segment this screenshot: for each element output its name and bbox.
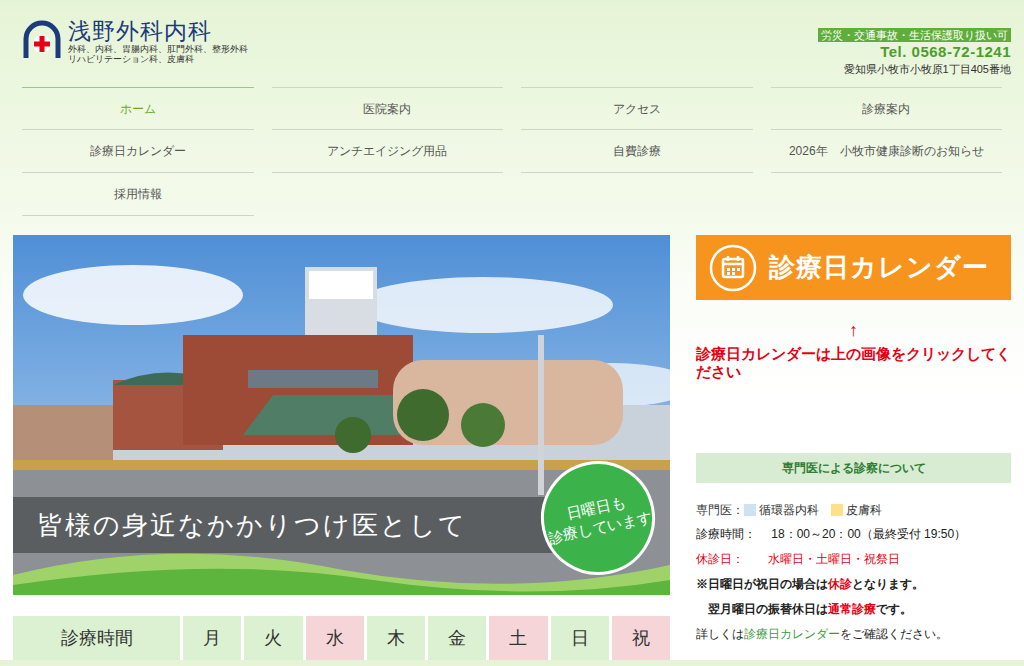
- day-header-cell: 土: [489, 616, 547, 660]
- calendar-banner[interactable]: 診療日カレンダー: [696, 235, 1011, 300]
- info-text: 休診: [828, 577, 852, 591]
- clinic-name: 浅野外科内科: [68, 18, 248, 44]
- nav-item[interactable]: ホーム: [22, 87, 254, 130]
- day-header-cell: 金: [428, 616, 486, 660]
- clinic-logo[interactable]: 浅野外科内科外科、内科、胃腸内科、肛門外科、整形外科リハビリテーション科、皮膚科: [22, 18, 248, 64]
- logo-text: 浅野外科内科外科、内科、胃腸内科、肛門外科、整形外科リハビリテーション科、皮膚科: [68, 18, 248, 64]
- department-line: リハビリテーション科、皮膚科: [68, 54, 248, 64]
- main-nav: ホーム 医院案内 アクセス 診療案内診療日カレンダー アンチエイジング用品 自費診療 202…: [22, 87, 1002, 216]
- info-text: となります。: [852, 577, 924, 591]
- specialist-header: 専門医による診察について: [696, 453, 1011, 483]
- info-line: 診療時間： 18：00～20：00（最終受付 19:50）: [696, 522, 1011, 547]
- nav-label: 診療案内: [862, 100, 910, 118]
- nav-item[interactable]: 診療案内: [771, 87, 1003, 130]
- left-column: 皆様の身近なかかりつけ医として日曜日も診療しています診療時間月 火 水 木 金 土 日 祝: [13, 235, 670, 660]
- specialty-item: 皮膚科: [831, 500, 882, 520]
- day-header-cell: 木: [367, 616, 425, 660]
- day-label: 祝: [632, 625, 650, 652]
- info-text: 休診日： 水曜日・土曜日・祝祭日: [696, 552, 900, 566]
- day-header-cell: 日: [551, 616, 609, 660]
- address: 愛知県小牧市小牧原1丁目405番地: [844, 62, 1011, 77]
- specialty-item: 循環器内科: [744, 500, 819, 520]
- info-text: です。: [876, 602, 912, 616]
- hours-header-cell: 診療時間: [13, 616, 180, 660]
- main-content: 皆様の身近なかかりつけ医として日曜日も診療しています診療時間月火水木金土日祝診療…: [0, 235, 1024, 660]
- nav-item[interactable]: 採用情報: [22, 173, 254, 216]
- service-badge: 労災・交通事故・生活保護取り扱い可: [818, 28, 1011, 42]
- day-label: 土: [509, 625, 527, 652]
- calendar-link[interactable]: 診療日カレンダー: [744, 627, 840, 641]
- day-header-cell: 祝: [612, 616, 670, 660]
- nav-item[interactable]: アクセス: [521, 87, 753, 130]
- hero-image: 皆様の身近なかかりつけ医として日曜日も診療しています: [13, 235, 670, 595]
- calendar-banner-label: 診療日カレンダー: [769, 248, 989, 287]
- info-text: 通常診療: [828, 602, 876, 616]
- day-label: 木: [387, 625, 405, 652]
- nav-item[interactable]: アンチエイジング用品: [272, 130, 504, 173]
- specialty-row: 専門医： 循環器内科 皮膚科: [696, 500, 1011, 520]
- specialty-label: 専門医：: [696, 500, 744, 520]
- info-line: 休診日： 水曜日・土曜日・祝祭日: [696, 547, 1011, 572]
- nav-label: 2026年 小牧市健康診断のお知らせ: [789, 142, 984, 160]
- day-label: 火: [264, 625, 282, 652]
- info-line: 翌月曜日の振替休日は通常診療です。: [696, 597, 1011, 622]
- hero-caption: 皆様の身近なかかりつけ医として: [37, 506, 467, 545]
- specialty-name: 皮膚科: [846, 500, 882, 520]
- calendar-icon: [709, 244, 757, 292]
- day-label: 月: [203, 625, 221, 652]
- phone-number[interactable]: Tel. 0568-72-1241: [880, 42, 1011, 62]
- info-text: 翌月曜日の振替休日は: [696, 602, 828, 616]
- day-label: 金: [448, 625, 466, 652]
- nav-item[interactable]: 診療日カレンダー: [22, 130, 254, 173]
- nav-label: ホーム: [120, 100, 156, 118]
- nav-item[interactable]: 自費診療: [521, 130, 753, 173]
- nav-label: 自費診療: [613, 142, 661, 160]
- nav-label: 医院案内: [363, 100, 411, 118]
- nav-item[interactable]: 医院案内: [272, 87, 504, 130]
- hero-caption-band: 皆様の身近なかかりつけ医として: [13, 497, 573, 553]
- sidebar: 診療日カレンダー ↑ 診療日カレンダーは上の画像をクリックしてください専門医による診…: [696, 235, 1011, 660]
- day-header-cell: 水: [306, 616, 364, 660]
- day-header-cell: 火: [244, 616, 302, 660]
- department-line: 外科、内科、胃腸内科、肛門外科、整形外科: [68, 44, 248, 54]
- info-text: 詳しくは: [696, 627, 744, 641]
- contact-info: 労災・交通事故・生活保護取り扱い可Tel. 0568-72-1241愛知県小牧市…: [818, 28, 1011, 77]
- info-text: をご確認ください。: [840, 627, 948, 641]
- info-line: ※日曜日が祝日の場合は休診となります。: [696, 572, 1011, 597]
- specialist-title: 専門医による診察について: [782, 459, 926, 477]
- specialty-swatch: [831, 504, 843, 516]
- cross-logo-icon: [22, 20, 62, 58]
- up-arrow: ↑: [696, 319, 1011, 341]
- info-text: 診療時間： 18：00～20：00（最終受付 19:50）: [696, 527, 966, 541]
- day-label: 水: [326, 625, 344, 652]
- hours-table: 診療時間月 火 水 木 金 土 日 祝: [13, 616, 670, 660]
- nav-label: 採用情報: [114, 185, 162, 203]
- specialty-name: 循環器内科: [759, 500, 819, 520]
- nav-label: アクセス: [613, 100, 661, 118]
- site-header: 浅野外科内科外科、内科、胃腸内科、肛門外科、整形外科リハビリテーション科、皮膚科…: [0, 0, 1024, 87]
- info-text: ※日曜日が祝日の場合は: [696, 577, 828, 591]
- day-label: 日: [571, 625, 589, 652]
- nav-label: アンチエイジング用品: [327, 142, 447, 160]
- specialty-swatch: [744, 504, 756, 516]
- nav-item[interactable]: 2026年 小牧市健康診断のお知らせ: [771, 130, 1003, 173]
- calendar-notice: 診療日カレンダーは上の画像をクリックしてください: [696, 345, 1011, 381]
- info-line: 詳しくは診療日カレンダーをご確認ください。: [696, 622, 1011, 647]
- nav-label: 診療日カレンダー: [90, 142, 186, 160]
- day-header-cell: 月: [183, 616, 241, 660]
